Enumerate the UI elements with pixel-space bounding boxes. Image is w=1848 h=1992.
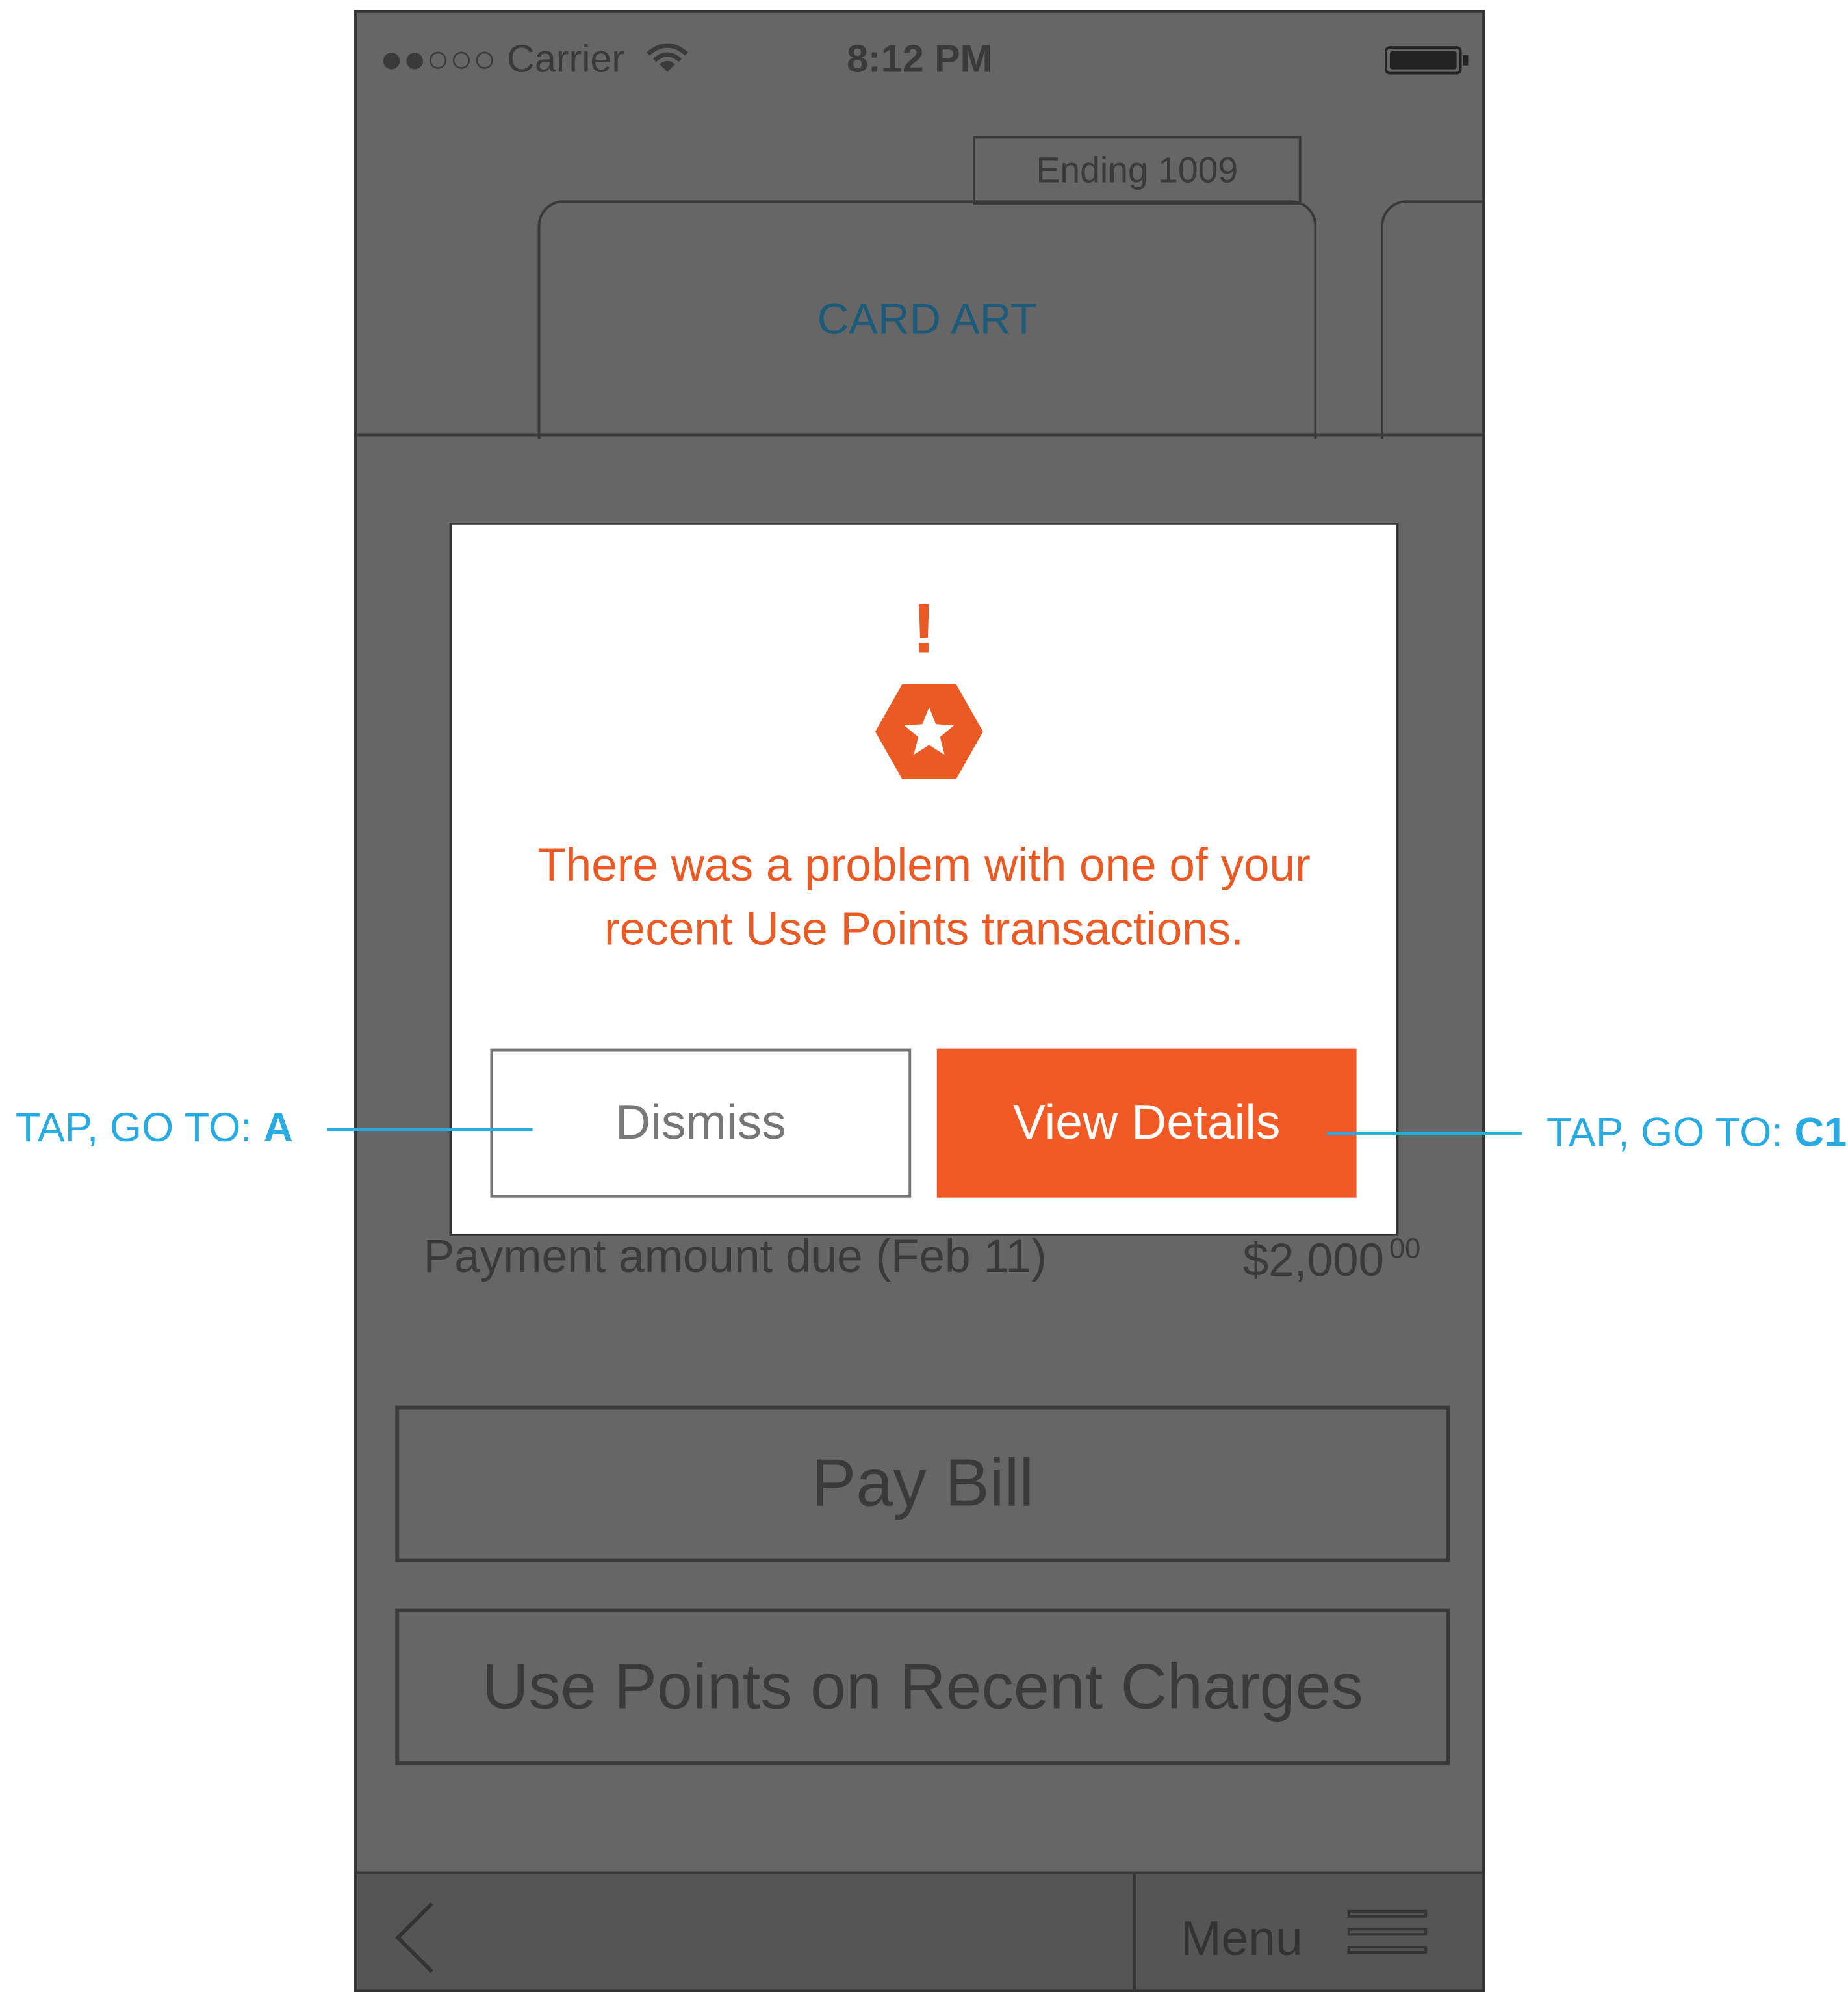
dismiss-button[interactable]: Dismiss — [490, 1048, 912, 1198]
bottom-nav-bar: Menu — [357, 1871, 1483, 1990]
chevron-left-icon[interactable] — [395, 1902, 467, 1973]
view-details-button[interactable]: View Details — [936, 1048, 1357, 1198]
exclamation-mark: ! — [912, 590, 936, 667]
alert-modal: ! There was a problem with one of your r… — [449, 522, 1399, 1236]
header-divider — [357, 433, 1483, 437]
annotation-right-connector — [1327, 1132, 1522, 1135]
annotation-left-target: A — [263, 1104, 294, 1150]
card-ending-tab[interactable]: Ending 1009 — [973, 136, 1302, 205]
annotation-view-details: TAP, GO TO: C1 — [1546, 1109, 1847, 1156]
alert-message: There was a problem with one of your rec… — [537, 838, 1311, 955]
payment-amount-cents: 00 — [1389, 1232, 1421, 1265]
status-time: 8:12 PM — [847, 38, 993, 81]
status-bar: ●●○○○ Carrier 8:12 PM — [357, 13, 1482, 103]
hamburger-icon[interactable] — [1347, 1909, 1428, 1977]
annotation-left-prefix: TAP, GO TO: — [15, 1104, 264, 1150]
annotation-right-prefix: TAP, GO TO: — [1546, 1109, 1795, 1156]
use-points-button[interactable]: Use Points on Recent Charges — [395, 1608, 1450, 1765]
battery-icon — [1385, 46, 1469, 75]
menu-label[interactable]: Menu — [1181, 1913, 1303, 1968]
payment-due-amount: $2,000 00 — [1243, 1232, 1421, 1287]
next-card-peek[interactable] — [1381, 200, 1483, 439]
hexagon-star-icon — [875, 684, 983, 779]
payment-due-label: Payment amount due (Feb 11) — [423, 1230, 1047, 1283]
payment-amount-dollars: $2,000 — [1242, 1233, 1385, 1286]
pay-bill-button[interactable]: Pay Bill — [395, 1405, 1450, 1562]
card-art[interactable]: CARD ART — [537, 200, 1317, 439]
card-art-label: CARD ART — [817, 295, 1038, 344]
bottom-bar-divider — [1133, 1874, 1136, 1990]
annotation-left-connector — [327, 1128, 533, 1131]
annotation-dismiss: TAP, GO TO: A — [16, 1104, 293, 1152]
annotation-right-target: C1 — [1794, 1109, 1847, 1156]
